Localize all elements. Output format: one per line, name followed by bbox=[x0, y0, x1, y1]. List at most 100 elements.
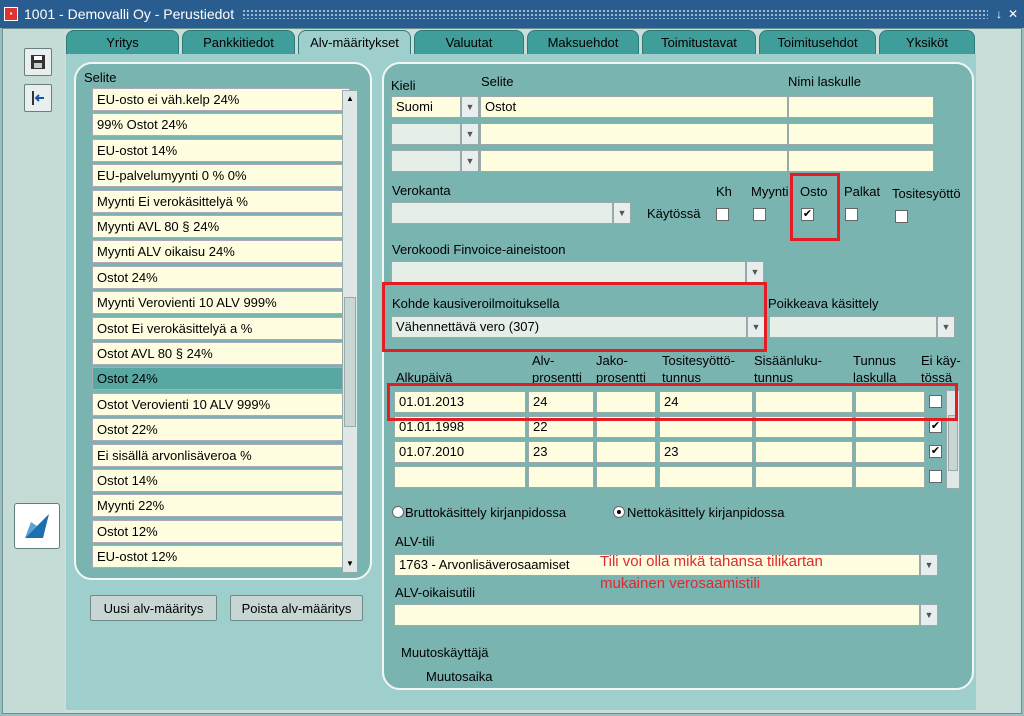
definition-list-card: Selite EU-osto ei väh.kelp 24% 99% Ostot … bbox=[74, 62, 372, 580]
language-select-2[interactable] bbox=[391, 123, 461, 145]
language-select-3[interactable] bbox=[391, 150, 461, 172]
chevron-down-icon[interactable]: ▼ bbox=[920, 604, 938, 626]
app-logo[interactable] bbox=[14, 503, 60, 549]
usage-kh-checkbox[interactable] bbox=[716, 208, 729, 221]
netto-radio[interactable] bbox=[613, 506, 625, 518]
grid-cell-tunnus[interactable] bbox=[855, 441, 925, 463]
grid-scroll-thumb[interactable] bbox=[948, 415, 958, 471]
delete-vat-definition-button[interactable]: Poista alv-määritys bbox=[230, 595, 363, 621]
list-item[interactable]: EU-ostot 14% bbox=[92, 138, 350, 162]
tab-alv-maaritykset[interactable]: Alv-määritykset bbox=[298, 30, 411, 54]
invoice-name-input[interactable] bbox=[788, 96, 934, 118]
kieli-label: Kieli bbox=[391, 78, 416, 93]
usage-tositesyotto-checkbox[interactable] bbox=[895, 210, 908, 223]
chevron-down-icon[interactable]: ▼ bbox=[461, 123, 479, 145]
grid-disabled-checkbox[interactable]: ✔ bbox=[929, 445, 942, 458]
chevron-down-icon[interactable]: ▼ bbox=[746, 261, 764, 283]
exit-button[interactable] bbox=[24, 84, 52, 112]
usage-tositesyotto-label: Tositesyöttö bbox=[892, 186, 961, 201]
list-item[interactable]: Ostot Ei verokäsittelyä a % bbox=[92, 316, 350, 340]
tax-rate-select[interactable] bbox=[391, 202, 613, 224]
usage-palkat-checkbox[interactable] bbox=[845, 208, 858, 221]
grid-cell-sisaan[interactable] bbox=[755, 441, 853, 463]
annotation-note: Tili voi olla mikä tahansa tilikartan mu… bbox=[600, 553, 823, 592]
grid-cell-date[interactable]: 01.07.2010 bbox=[394, 441, 526, 463]
grid-cell-alv[interactable]: 23 bbox=[528, 441, 594, 463]
grid-cell-tunnus[interactable] bbox=[855, 466, 925, 488]
vat-adjustment-account-select[interactable] bbox=[394, 604, 920, 626]
grid-cell-date[interactable] bbox=[394, 466, 526, 488]
list-item[interactable]: Ostot Verovienti 10 ALV 999% bbox=[92, 392, 350, 416]
scroll-up-icon[interactable]: ▲ bbox=[346, 94, 354, 103]
description-input-2[interactable] bbox=[480, 123, 788, 145]
grid-cell-alv[interactable] bbox=[528, 466, 594, 488]
highlight-osto bbox=[790, 173, 840, 241]
list-item[interactable]: Myynti AVL 80 § 24% bbox=[92, 215, 350, 238]
list-item[interactable]: Ostot 24% bbox=[92, 265, 350, 289]
grid-cell-jako[interactable] bbox=[596, 466, 656, 488]
usage-myynti-checkbox[interactable] bbox=[753, 208, 766, 221]
grid-disabled-checkbox[interactable] bbox=[929, 470, 942, 483]
finvoice-label: Verokoodi Finvoice-aineistoon bbox=[392, 242, 566, 257]
list-item[interactable]: Ostot 24% bbox=[92, 367, 350, 391]
brutto-radio[interactable] bbox=[392, 506, 404, 518]
grid-cell-tosite[interactable]: 23 bbox=[659, 441, 753, 463]
list-item[interactable]: Ei sisällä arvonlisäveroa % bbox=[92, 443, 350, 467]
list-item[interactable]: Ostot AVL 80 § 24% bbox=[92, 342, 350, 365]
chevron-down-icon[interactable]: ▼ bbox=[613, 202, 631, 224]
tab-valuutat[interactable]: Valuutat bbox=[414, 30, 524, 54]
special-handling-select[interactable] bbox=[769, 316, 937, 338]
tab-toimitustavat[interactable]: Toimitustavat bbox=[642, 30, 756, 54]
chevron-down-icon[interactable]: ▼ bbox=[461, 96, 479, 118]
close-icon[interactable]: ✕ bbox=[1008, 7, 1018, 21]
new-vat-definition-button[interactable]: Uusi alv-määritys bbox=[90, 595, 217, 621]
tab-panel: Selite EU-osto ei väh.kelp 24% 99% Ostot … bbox=[66, 54, 976, 710]
language-select[interactable]: Suomi bbox=[391, 96, 461, 118]
list-item[interactable]: Myynti Ei verokäsittelyä % bbox=[92, 189, 350, 213]
list-item[interactable]: Ostot 22% bbox=[92, 418, 350, 442]
usage-myynti-label: Myynti bbox=[751, 184, 789, 199]
usage-kh-label: Kh bbox=[716, 184, 732, 199]
tab-pankkitiedot[interactable]: Pankkitiedot bbox=[182, 30, 295, 54]
grid-cell-sisaan[interactable] bbox=[755, 466, 853, 488]
list-item[interactable]: EU-ostot 12% bbox=[92, 545, 350, 569]
list-item[interactable]: Myynti Verovienti 10 ALV 999% bbox=[92, 291, 350, 315]
scroll-down-icon[interactable]: ▼ bbox=[346, 559, 354, 568]
tab-yritys[interactable]: Yritys bbox=[66, 30, 179, 54]
invoice-name-input-2[interactable] bbox=[788, 123, 934, 145]
muutosaika-label: Muutosaika bbox=[426, 669, 493, 684]
tab-toimitusehdot[interactable]: Toimitusehdot bbox=[759, 30, 876, 54]
netto-label: Nettokäsittely kirjanpidossa bbox=[627, 505, 785, 520]
list-item[interactable]: Ostot 14% bbox=[92, 469, 350, 492]
description-input[interactable]: Ostot bbox=[480, 96, 788, 118]
window-title-bar: ▪ 1001 - Demovalli Oy - Perustiedot ↓ ✕ bbox=[0, 0, 1024, 28]
list-item[interactable]: Ostot 12% bbox=[92, 519, 350, 543]
list-header: Selite bbox=[84, 70, 117, 85]
app-icon: ▪ bbox=[4, 7, 18, 21]
save-button[interactable] bbox=[24, 48, 52, 76]
grid-cell-tosite[interactable] bbox=[659, 466, 753, 488]
list-item[interactable]: EU-osto ei väh.kelp 24% bbox=[92, 88, 350, 111]
list-item[interactable]: Myynti ALV oikaisu 24% bbox=[92, 240, 350, 264]
description-input-3[interactable] bbox=[480, 150, 788, 172]
tab-maksuehdot[interactable]: Maksuehdot bbox=[527, 30, 639, 54]
invoice-name-input-3[interactable] bbox=[788, 150, 934, 172]
chevron-down-icon[interactable]: ▼ bbox=[920, 554, 938, 576]
kaytossa-label: Käytössä bbox=[647, 206, 701, 221]
grid-header-ei-kaytossa: Ei käy-tössä bbox=[921, 353, 961, 385]
finvoice-tax-code-select[interactable] bbox=[391, 261, 746, 283]
tab-yksikot[interactable]: Yksiköt bbox=[879, 30, 975, 54]
title-bar-grip bbox=[242, 9, 988, 19]
list-item[interactable]: Myynti 22% bbox=[92, 494, 350, 518]
list-scroll-thumb[interactable] bbox=[344, 297, 356, 427]
chevron-down-icon[interactable]: ▼ bbox=[461, 150, 479, 172]
list-item[interactable]: EU-palvelumyynti 0 % 0% bbox=[92, 164, 350, 188]
chevron-down-icon[interactable]: ▼ bbox=[937, 316, 955, 338]
verokanta-label: Verokanta bbox=[392, 183, 451, 198]
grid-disabled-checkbox[interactable]: ✔ bbox=[929, 420, 942, 433]
oikaisutili-label: ALV-oikaisutili bbox=[395, 585, 475, 600]
list-scrollbar[interactable]: ▲ ▼ bbox=[342, 90, 358, 573]
grid-cell-jako[interactable] bbox=[596, 441, 656, 463]
list-item[interactable]: 99% Ostot 24% bbox=[92, 113, 350, 137]
minimize-icon[interactable]: ↓ bbox=[996, 7, 1002, 21]
